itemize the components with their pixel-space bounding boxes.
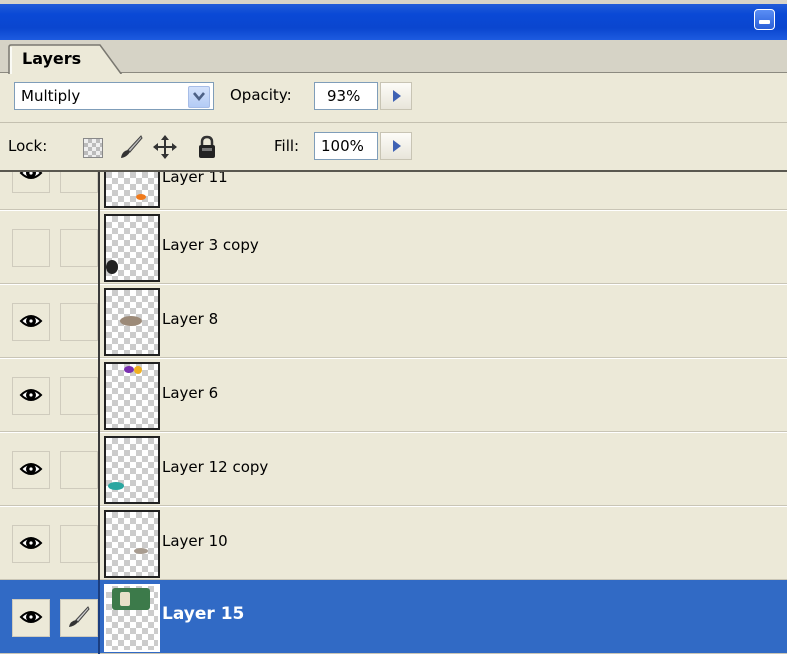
layer-row[interactable]: Layer 8: [0, 284, 787, 359]
eye-icon: [19, 315, 43, 327]
blend-mode-select[interactable]: Multiply: [14, 82, 214, 110]
layer-thumbnail: [104, 214, 160, 282]
triangle-right-icon: [393, 140, 401, 152]
link-toggle[interactable]: [60, 525, 98, 563]
link-toggle[interactable]: [60, 599, 98, 637]
fill-value: 100%: [321, 137, 364, 155]
visibility-toggle[interactable]: [12, 172, 50, 193]
opacity-label: Opacity:: [230, 86, 292, 104]
link-toggle[interactable]: [60, 229, 98, 267]
tab-layers-label: Layers: [22, 49, 82, 68]
visibility-toggle[interactable]: [12, 229, 50, 267]
layer-row[interactable]: Layer 11: [0, 170, 787, 211]
visibility-toggle[interactable]: [12, 303, 50, 341]
layer-row[interactable]: Layer 12 copy: [0, 432, 787, 507]
layer-name: Layer 3 copy: [162, 236, 259, 254]
layer-thumbnail: [104, 172, 160, 208]
chevron-down-icon[interactable]: [188, 86, 210, 108]
eye-icon: [19, 537, 43, 549]
fill-input[interactable]: 100%: [314, 132, 378, 160]
layer-name: Layer 11: [162, 170, 228, 186]
tab-layers[interactable]: Layers: [8, 44, 123, 76]
layer-name: Layer 8: [162, 310, 219, 328]
fill-slider-button[interactable]: [380, 132, 412, 160]
lock-label: Lock:: [8, 137, 48, 155]
layer-list[interactable]: Layer 11 Layer 3 copy Layer 8 Layer 6 La…: [0, 170, 787, 655]
transparency-lock-icon[interactable]: [83, 138, 103, 158]
collapse-icon[interactable]: [754, 9, 775, 30]
padlock-icon[interactable]: [196, 134, 218, 160]
eye-icon: [19, 611, 43, 623]
move-icon[interactable]: [152, 134, 178, 160]
layer-row[interactable]: Layer 6: [0, 358, 787, 433]
palette-title-bar[interactable]: [0, 0, 787, 40]
link-toggle[interactable]: [60, 172, 98, 193]
fill-label: Fill:: [274, 137, 300, 155]
link-toggle[interactable]: [60, 303, 98, 341]
brush-icon[interactable]: [118, 134, 144, 160]
link-toggle[interactable]: [60, 451, 98, 489]
visibility-toggle[interactable]: [12, 377, 50, 415]
layer-row[interactable]: Layer 15: [0, 580, 787, 655]
visibility-toggle[interactable]: [12, 599, 50, 637]
layer-thumbnail: [104, 288, 160, 356]
layer-thumbnail: [104, 584, 160, 652]
visibility-toggle[interactable]: [12, 451, 50, 489]
brush-link-icon: [69, 606, 90, 627]
opacity-input[interactable]: 93%: [314, 82, 378, 110]
visibility-toggle[interactable]: [12, 525, 50, 563]
layer-row[interactable]: Layer 10: [0, 506, 787, 581]
layer-thumbnail: [104, 436, 160, 504]
eye-icon: [19, 172, 43, 179]
blend-mode-value: Multiply: [21, 87, 81, 105]
layer-name: Layer 12 copy: [162, 458, 269, 476]
eye-icon: [19, 389, 43, 401]
layer-name: Layer 15: [162, 604, 245, 624]
eye-icon: [19, 463, 43, 475]
layer-name: Layer 10: [162, 532, 228, 550]
triangle-right-icon: [393, 90, 401, 102]
opacity-slider-button[interactable]: [380, 82, 412, 110]
opacity-value: 93%: [327, 87, 361, 105]
layer-row[interactable]: Layer 3 copy: [0, 210, 787, 285]
layer-name: Layer 6: [162, 384, 219, 402]
layer-thumbnail: [104, 510, 160, 578]
link-toggle[interactable]: [60, 377, 98, 415]
layer-thumbnail: [104, 362, 160, 430]
